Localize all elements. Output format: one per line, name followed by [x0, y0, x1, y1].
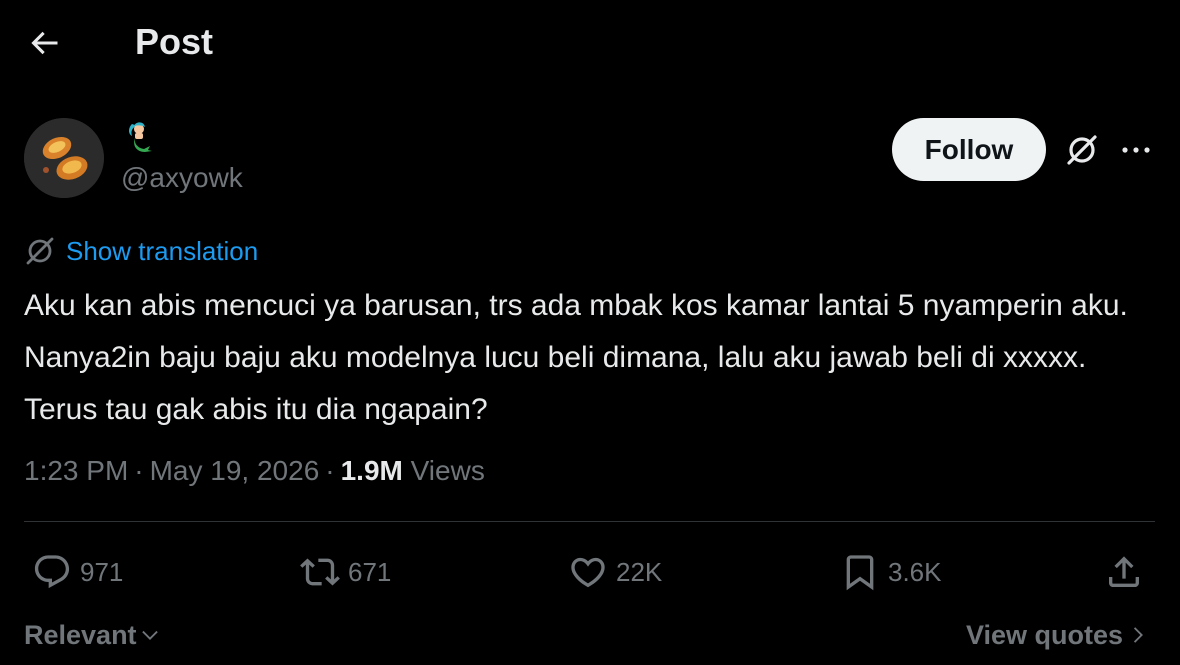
- show-translation-link[interactable]: Show translation: [24, 234, 258, 268]
- bookmark-button[interactable]: 3.6K: [840, 550, 942, 594]
- repost-icon: [300, 558, 340, 586]
- follow-button[interactable]: Follow: [892, 118, 1046, 181]
- show-translation-label: Show translation: [66, 235, 259, 266]
- like-count: 22K: [616, 556, 663, 587]
- like-button[interactable]: 22K: [568, 550, 662, 594]
- more-options-button[interactable]: [1118, 136, 1154, 164]
- reply-count: 971: [80, 556, 124, 587]
- reply-button[interactable]: 971: [32, 550, 123, 594]
- page-title: Post: [135, 21, 214, 62]
- chevron-right-icon: [1133, 627, 1144, 643]
- grok-button[interactable]: [1064, 132, 1100, 168]
- views-count: 1.9M: [340, 455, 403, 486]
- views-label: Views: [410, 455, 485, 486]
- mermaid-emoji: [129, 122, 152, 152]
- bookmark-count: 3.6K: [888, 556, 942, 587]
- meta-separator: ·: [325, 455, 335, 486]
- post-time[interactable]: 1:23 PM: [24, 455, 128, 486]
- share-button[interactable]: [1104, 550, 1144, 594]
- repost-button[interactable]: 671: [300, 550, 391, 594]
- view-quotes-label: View quotes: [966, 620, 1124, 650]
- post-date[interactable]: May 19, 2026: [150, 455, 320, 486]
- view-quotes-link[interactable]: View quotes: [966, 616, 1149, 654]
- grok-icon: [26, 237, 54, 265]
- reply-icon: [34, 555, 70, 589]
- back-button[interactable]: [26, 25, 62, 61]
- bookmark-icon: [846, 555, 874, 591]
- more-horizontal-icon: [1122, 147, 1150, 153]
- arrow-left-icon: [31, 31, 58, 55]
- heart-icon: [571, 557, 605, 588]
- sort-label: Relevant: [24, 620, 137, 650]
- grok-icon: [1067, 135, 1097, 165]
- divider: [24, 521, 1155, 522]
- share-icon: [1109, 556, 1139, 587]
- meta-separator: ·: [134, 455, 144, 486]
- post-text: Aku kan abis mencuci ya barusan, trs ada…: [24, 289, 1128, 426]
- repost-count: 671: [348, 556, 392, 587]
- avatar-image: [24, 118, 104, 198]
- chevron-down-icon: [141, 630, 158, 640]
- avatar[interactable]: [24, 118, 104, 198]
- author-handle[interactable]: @axyowk: [121, 160, 243, 196]
- post-meta: 1:23 PM · May 19, 2026 · 1.9M Views: [24, 452, 485, 490]
- sort-replies-dropdown[interactable]: Relevant: [24, 616, 161, 654]
- display-name[interactable]: [122, 118, 158, 154]
